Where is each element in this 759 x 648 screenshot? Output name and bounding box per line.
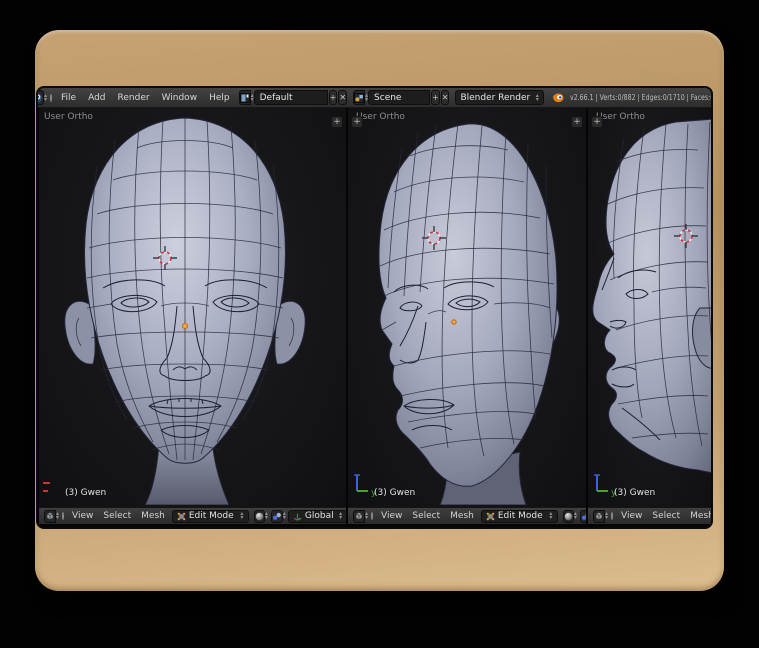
manipulator-icon xyxy=(293,513,302,521)
viewport-three-quarter[interactable]: User Ortho + + y (3) Gwen xyxy=(348,108,586,507)
viewport-side-header: View Select Mesh xyxy=(588,507,711,524)
scene-icon xyxy=(354,92,365,103)
axis-gizmo-x-icon xyxy=(43,482,50,492)
menu-select[interactable]: Select xyxy=(647,511,685,521)
editor-3dview-icon xyxy=(355,512,363,520)
view-name-label: User Ortho xyxy=(44,112,93,122)
menu-view[interactable]: View xyxy=(616,511,647,521)
render-engine-value: Blender Render xyxy=(460,92,531,103)
pivot-stepper-icon[interactable] xyxy=(283,512,286,520)
scene-statistics: v2.66.1 | Verts:0/882 | Edges:0/1710 | F… xyxy=(570,93,711,102)
mode-value: Edit Mode xyxy=(497,511,543,521)
render-engine-select[interactable]: Blender Render xyxy=(455,90,545,105)
header-collapse-icon[interactable] xyxy=(611,512,614,520)
window-bottom-edge xyxy=(38,524,711,527)
orientation-stepper-icon xyxy=(337,512,345,520)
object-origin-front xyxy=(182,323,188,329)
menu-mesh[interactable]: Mesh xyxy=(685,511,711,521)
scene-browse-button[interactable] xyxy=(353,90,366,105)
edit-mode-icon xyxy=(486,512,495,520)
menu-mesh[interactable]: Mesh xyxy=(445,511,479,521)
editor-stepper-icon[interactable] xyxy=(605,512,608,520)
screen-layout-button[interactable] xyxy=(238,90,251,105)
menu-mesh[interactable]: Mesh xyxy=(136,511,170,521)
window-toggle-icon[interactable] xyxy=(50,93,53,102)
shading-sphere-icon xyxy=(564,512,573,520)
viewport-side[interactable]: User Ortho + y (3) Gwen xyxy=(588,108,711,507)
mode-stepper-icon xyxy=(238,512,246,520)
menu-view[interactable]: View xyxy=(376,511,407,521)
viewport-headers-row: View Select Mesh Edit Mode xyxy=(38,507,711,524)
viewport-shading-button[interactable] xyxy=(562,509,574,523)
menu-add[interactable]: Add xyxy=(82,93,111,103)
region-expand-button[interactable]: + xyxy=(591,116,603,128)
shading-stepper-icon[interactable] xyxy=(265,512,268,520)
orientation-select[interactable]: Global xyxy=(287,509,346,523)
pivot-point-button[interactable] xyxy=(270,509,283,523)
editor-type-button[interactable] xyxy=(44,509,56,523)
active-object-label: (3) Gwen xyxy=(614,488,656,498)
stage: File Add Render Window Help Default + ✕ xyxy=(0,0,759,648)
viewport-shading-button[interactable] xyxy=(253,509,265,523)
head-mesh-front xyxy=(64,117,306,505)
menu-file[interactable]: File xyxy=(55,93,82,103)
editor-3dview-icon xyxy=(595,512,603,520)
editor-type-button[interactable] xyxy=(353,509,365,523)
head-mesh-three-quarter xyxy=(378,123,560,505)
header-collapse-icon[interactable] xyxy=(62,512,65,520)
editor-stepper-icon[interactable] xyxy=(56,512,59,520)
engine-stepper-icon xyxy=(533,94,541,102)
orientation-value: Global xyxy=(304,511,334,521)
object-origin-three-quarter xyxy=(451,319,457,325)
editor-stepper-icon[interactable] xyxy=(365,512,368,520)
blender-orange-logo-icon xyxy=(552,93,564,103)
layout-name-field[interactable]: Default xyxy=(253,90,328,105)
info-header: File Add Render Window Help Default + ✕ xyxy=(38,88,711,108)
region-expand-button[interactable]: + xyxy=(571,116,583,128)
pivot-icon xyxy=(272,512,281,520)
menu-render[interactable]: Render xyxy=(112,93,156,103)
region-expand-button[interactable]: + xyxy=(351,116,363,128)
mode-value: Edit Mode xyxy=(188,511,234,521)
menu-select[interactable]: Select xyxy=(98,511,136,521)
layout-grid-icon xyxy=(239,92,250,103)
layout-add-button[interactable]: + xyxy=(328,90,338,105)
menu-window[interactable]: Window xyxy=(156,93,204,103)
header-collapse-icon[interactable] xyxy=(371,512,374,520)
editor-3dview-icon xyxy=(46,512,54,520)
shading-sphere-icon xyxy=(255,512,264,520)
shading-stepper-icon[interactable] xyxy=(574,512,577,520)
active-object-label: (3) Gwen xyxy=(374,488,416,498)
mode-select[interactable]: Edit Mode xyxy=(480,509,558,523)
layout-unlink-button[interactable]: ✕ xyxy=(338,90,348,105)
menu-select[interactable]: Select xyxy=(407,511,445,521)
menu-help[interactable]: Help xyxy=(203,93,236,103)
edit-mode-icon xyxy=(177,512,186,520)
editor-type-button[interactable] xyxy=(593,509,605,523)
blender-window: File Add Render Window Help Default + ✕ xyxy=(38,88,711,527)
viewport-row: User Ortho + (3) Gwen User Ortho + + y (… xyxy=(38,108,711,507)
region-expand-button[interactable]: + xyxy=(331,116,343,128)
blender-logo-icon xyxy=(38,92,42,103)
view-name-label: User Ortho xyxy=(596,112,645,122)
head-mesh-side xyxy=(592,118,711,474)
viewport-front-header: View Select Mesh Edit Mode xyxy=(39,507,346,524)
mode-stepper-icon xyxy=(547,512,555,520)
scene-name-field[interactable]: Scene xyxy=(368,90,431,105)
viewport-three-quarter-header: View Select Mesh Edit Mode xyxy=(348,507,586,524)
active-object-label: (3) Gwen xyxy=(65,488,107,498)
header-stepper-icon[interactable] xyxy=(44,94,47,102)
view-name-label: User Ortho xyxy=(356,112,405,122)
menu-view[interactable]: View xyxy=(67,511,98,521)
mode-select[interactable]: Edit Mode xyxy=(171,509,249,523)
scene-add-button[interactable]: + xyxy=(431,90,440,105)
scene-unlink-button[interactable]: ✕ xyxy=(440,90,450,105)
viewport-front[interactable]: User Ortho + (3) Gwen xyxy=(39,108,346,507)
